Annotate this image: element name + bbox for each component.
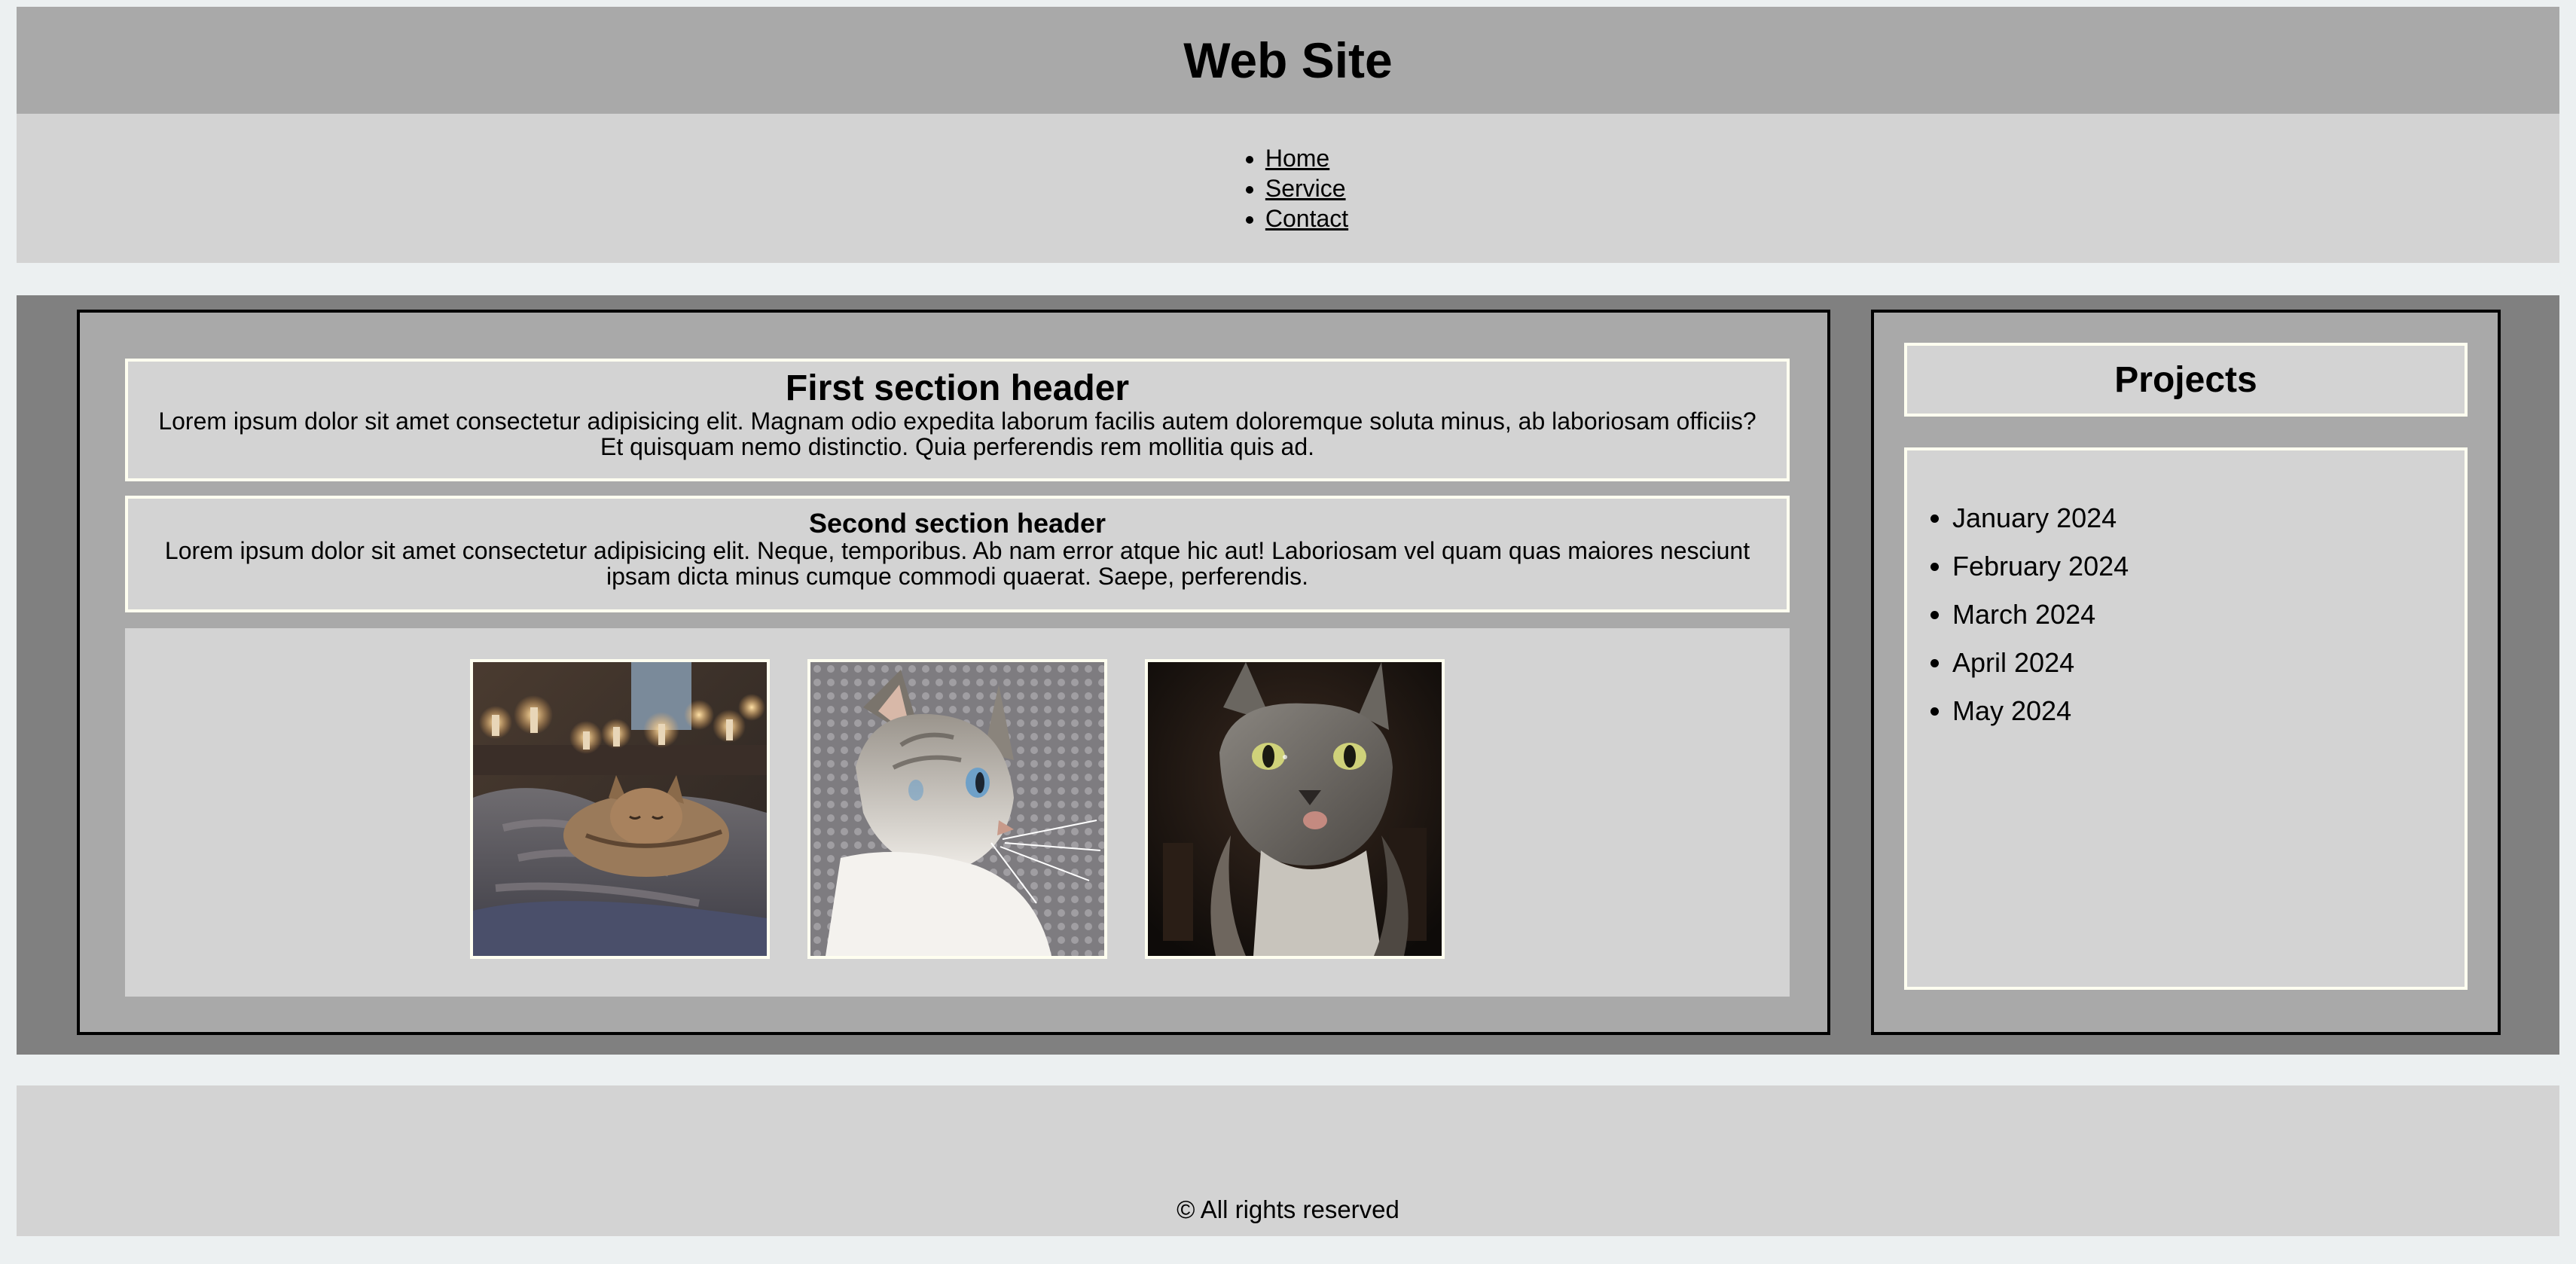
first-section-text: Lorem ipsum dolor sit amet consectetur a… [158,408,1757,460]
grey-cat-image [1148,662,1442,956]
image-gallery [125,628,1790,997]
projects-sidebar: Projects January 2024 February 2024 Marc… [1871,310,2501,1035]
projects-list: January 2024 February 2024 March 2024 Ap… [1907,450,2465,735]
project-item-may-2024: May 2024 [1952,687,2465,735]
project-item-february-2024: February 2024 [1952,542,2465,591]
nav-item-service: Service [1265,173,1348,203]
nav-link-home[interactable]: Home [1265,145,1329,172]
projects-list-box: January 2024 February 2024 March 2024 Ap… [1904,447,2468,990]
gallery-image-sleeping-cat[interactable] [470,659,770,959]
project-item-march-2024: March 2024 [1952,591,2465,639]
projects-title-box: Projects [1904,343,2468,417]
copyright-text: © All rights reserved [1177,1195,1399,1223]
content-panel: First section header Lorem ipsum dolor s… [77,310,1830,1035]
first-section-header: First section header [785,368,1130,408]
nav-list: Home Service Contact [1228,143,1348,234]
site-title: Web Site [1183,32,1393,88]
second-section: Second section header Lorem ipsum dolor … [125,496,1790,612]
white-cat-image [810,662,1104,956]
gallery-image-white-cat[interactable] [807,659,1107,959]
project-item-april-2024: April 2024 [1952,639,2465,687]
nav-link-contact[interactable]: Contact [1265,205,1348,232]
first-section: First section header Lorem ipsum dolor s… [125,359,1790,481]
site-footer: © All rights reserved [17,1085,2559,1236]
gallery-image-grey-cat[interactable] [1145,659,1445,959]
main-nav: Home Service Contact [17,114,2559,263]
nav-item-home: Home [1265,143,1348,173]
project-item-january-2024: January 2024 [1952,494,2465,542]
second-section-header: Second section header [808,508,1106,539]
nav-item-contact: Contact [1265,203,1348,234]
second-section-text: Lorem ipsum dolor sit amet consectetur a… [164,537,1750,590]
sleeping-cat-image [473,662,767,956]
nav-link-service[interactable]: Service [1265,175,1346,202]
site-header: Web Site [17,7,2559,114]
projects-title: Projects [2114,359,2257,400]
main-area: First section header Lorem ipsum dolor s… [17,295,2559,1055]
